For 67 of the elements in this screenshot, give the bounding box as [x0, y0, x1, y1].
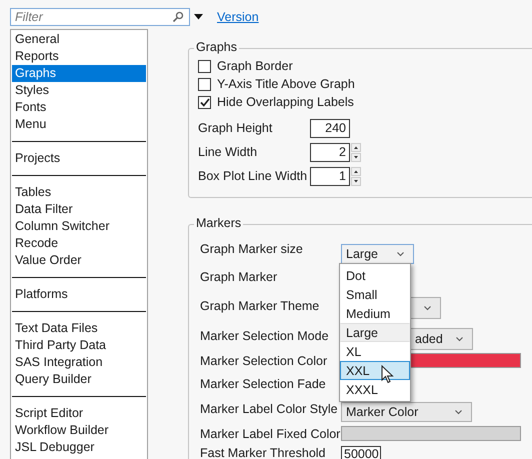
menu-option[interactable]: XL: [340, 342, 410, 361]
dropdown[interactable]: [411, 297, 441, 319]
version-link[interactable]: Version: [217, 10, 259, 24]
sidebar-item[interactable]: Third Party Data: [12, 337, 146, 354]
spin-down-icon[interactable]: [351, 176, 361, 186]
sidebar-item[interactable]: Projects: [12, 150, 146, 167]
color-swatch[interactable]: [341, 426, 521, 441]
input-field[interactable]: 1: [310, 166, 350, 186]
checkbox[interactable]: [198, 60, 211, 72]
field-label: Graph Marker: [200, 270, 278, 284]
field-label: Marker Selection Fade: [200, 376, 327, 390]
sidebar-item[interactable]: Text Data Files: [12, 320, 146, 337]
sidebar-item[interactable]: Recode: [12, 235, 146, 252]
input-field[interactable]: 240: [310, 118, 350, 138]
field-label: Fast Marker Threshold: [200, 446, 327, 459]
field-label: Marker Label Color Style: [200, 402, 339, 416]
field-label: Line Width: [198, 145, 258, 159]
input-field[interactable]: 50000: [341, 446, 381, 459]
checkbox-label: Hide Overlapping Labels: [217, 95, 354, 109]
menu-option[interactable]: Small: [340, 285, 410, 304]
dropdown[interactable]: Marker Color: [341, 402, 472, 422]
sidebar-item[interactable]: Graphs: [12, 65, 146, 82]
spin-up-icon[interactable]: [351, 142, 361, 152]
dropdown-arrow-icon[interactable]: [194, 14, 203, 20]
field-label: Marker Label Fixed Color: [200, 426, 341, 440]
caret-icon: [396, 250, 405, 256]
field-label: Graph Marker Theme: [200, 299, 320, 313]
sidebar-item[interactable]: Menu: [12, 116, 146, 133]
sidebar-item[interactable]: Fonts: [12, 99, 146, 116]
group-title: Graphs: [194, 40, 239, 55]
sidebar-item[interactable]: Query Builder: [12, 371, 146, 388]
caret-icon: [455, 336, 464, 342]
sidebar-item[interactable]: Script Editor: [12, 405, 146, 422]
menu-option[interactable]: Dot: [340, 266, 410, 285]
sidebar-item[interactable]: Platforms: [12, 286, 146, 303]
sidebar-item[interactable]: Workflow Builder: [12, 422, 146, 439]
sidebar-item[interactable]: JSL Debugger: [12, 439, 146, 456]
field-label: Graph Height: [198, 121, 274, 135]
field-label: Graph Marker size: [200, 242, 304, 256]
sidebar-item[interactable]: Styles: [12, 82, 146, 99]
sidebar-item[interactable]: Tables: [12, 184, 146, 201]
dropdown[interactable]: aded: [411, 328, 473, 350]
field-label: Box Plot Line Width: [198, 169, 308, 183]
sidebar-item[interactable]: Value Order: [12, 252, 146, 269]
checkbox[interactable]: [198, 78, 211, 90]
checkbox[interactable]: [198, 96, 211, 108]
menu-option[interactable]: Medium: [340, 304, 410, 323]
checkbox-label: Graph Border: [217, 59, 293, 73]
sidebar-item[interactable]: Data Filter: [12, 201, 146, 218]
filter-field[interactable]: Filter: [10, 8, 190, 26]
caret-icon: [454, 409, 463, 415]
menu-option[interactable]: Large: [340, 323, 410, 342]
field-label: Marker Selection Color: [200, 354, 328, 368]
search-icon: [172, 11, 184, 23]
sidebar-item[interactable]: Column Switcher: [12, 218, 146, 235]
spin-down-icon[interactable]: [351, 152, 361, 162]
sidebar-item[interactable]: General: [12, 31, 146, 48]
sidebar-item[interactable]: Reports: [12, 48, 146, 65]
input-field[interactable]: 2: [310, 142, 350, 162]
caret-icon: [423, 305, 432, 311]
sidebar-item[interactable]: SAS Integration: [12, 354, 146, 371]
checkbox-label: Y-Axis Title Above Graph: [217, 77, 355, 91]
field-label: Marker Selection Mode: [200, 328, 330, 342]
spin-up-icon[interactable]: [351, 166, 361, 176]
dropdown[interactable]: Large: [341, 244, 414, 264]
cursor-icon: [381, 365, 394, 385]
menu-option[interactable]: XXXL: [340, 380, 410, 399]
